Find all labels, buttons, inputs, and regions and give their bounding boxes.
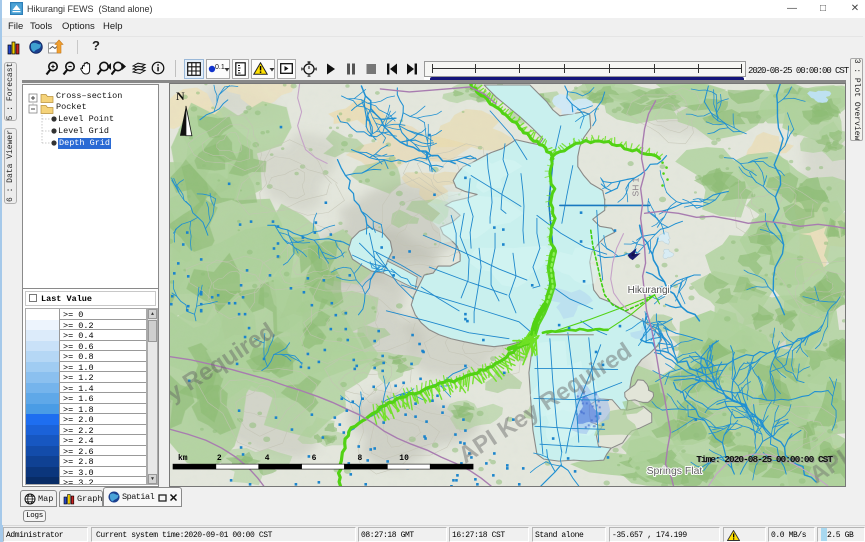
svg-text:Time: 2020-08-25 00:00:00 CST: Time: 2020-08-25 00:00:00 CST xyxy=(696,454,833,465)
svg-text:N: N xyxy=(176,89,185,103)
svg-text:8: 8 xyxy=(357,454,362,463)
svg-text:4: 4 xyxy=(265,454,270,463)
svg-text:Hikurangi: Hikurangi xyxy=(628,285,670,296)
svg-text:6: 6 xyxy=(312,454,317,463)
svg-text:Springs Flat: Springs Flat xyxy=(647,466,703,477)
svg-text:km: km xyxy=(178,454,188,463)
svg-text:SH 1: SH 1 xyxy=(631,177,641,196)
svg-text:10: 10 xyxy=(399,454,409,463)
svg-text:2: 2 xyxy=(217,454,222,463)
